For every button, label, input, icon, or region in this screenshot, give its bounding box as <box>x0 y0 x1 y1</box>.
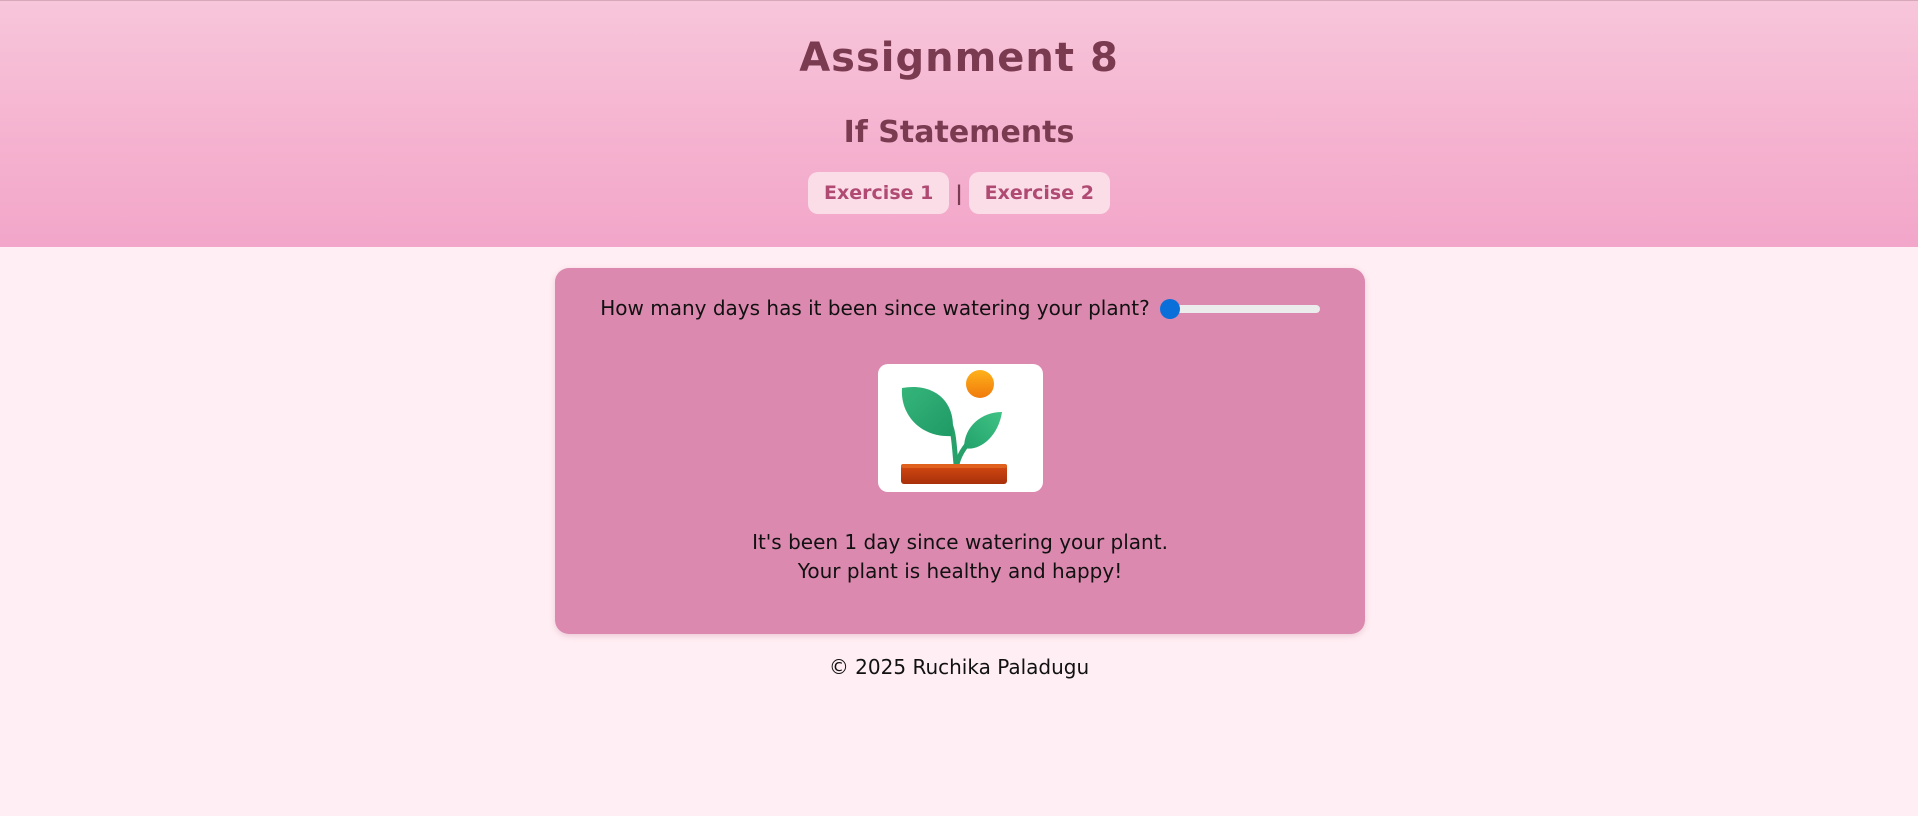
plant-image <box>878 364 1043 492</box>
result-status-text: Your plant is healthy and happy! <box>797 559 1123 583</box>
healthy-plant-icon <box>901 370 1007 484</box>
result-days-text: It's been 1 day since watering your plan… <box>752 530 1168 554</box>
plant-watering-card: How many days has it been since watering… <box>555 268 1365 634</box>
page-header: Assignment 8 If Statements Exercise 1 | … <box>0 0 1918 247</box>
watering-question: How many days has it been since watering… <box>600 296 1150 320</box>
slider-thumb[interactable] <box>1159 299 1180 319</box>
nav-separator: | <box>955 181 963 205</box>
exercise-nav: Exercise 1 | Exercise 2 <box>0 172 1918 214</box>
nav-link-exercise-1[interactable]: Exercise 1 <box>808 172 950 214</box>
page-subtitle: If Statements <box>843 115 1075 150</box>
page-title: Assignment 8 <box>799 35 1119 81</box>
page-footer: © 2025 Ruchika Paladugu <box>0 655 1918 679</box>
question-row: How many days has it been since watering… <box>555 296 1365 320</box>
days-slider[interactable] <box>1159 298 1320 319</box>
slider-track[interactable] <box>1159 305 1320 313</box>
copyright-text: © 2025 Ruchika Paladugu <box>828 655 1090 679</box>
nav-link-exercise-2[interactable]: Exercise 2 <box>968 172 1110 214</box>
watering-result: It's been 1 day since watering your plan… <box>555 528 1365 586</box>
